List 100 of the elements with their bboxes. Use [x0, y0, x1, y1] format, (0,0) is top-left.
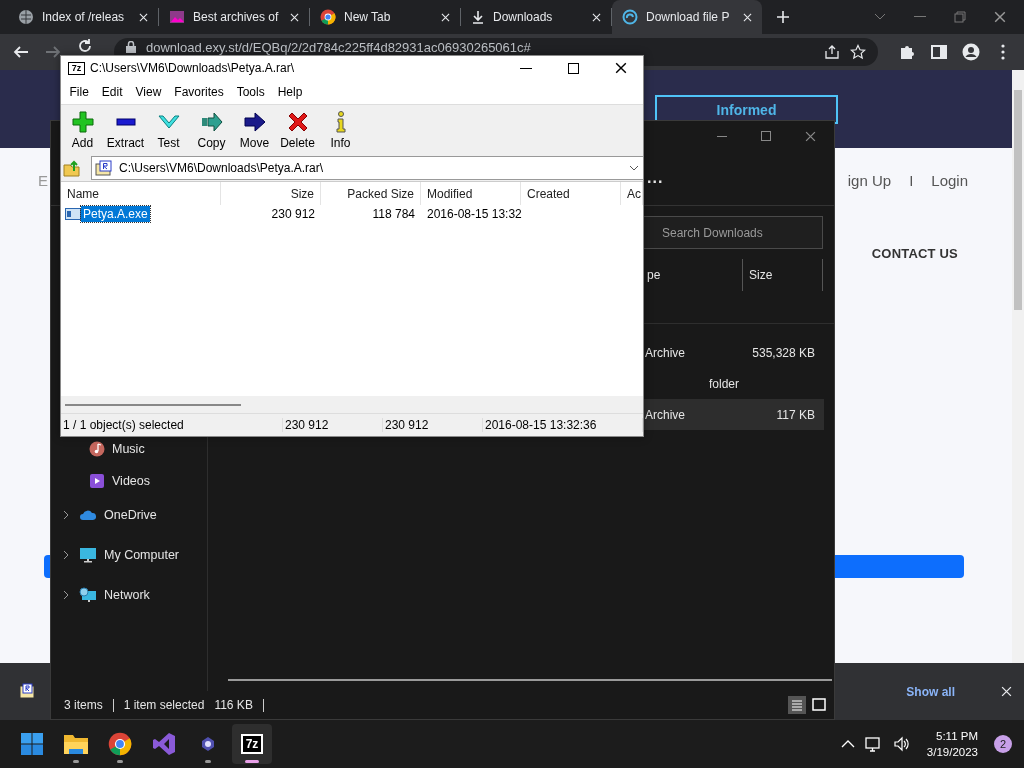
toolbar-button[interactable]: Delete	[276, 110, 319, 150]
status-text: 3 items	[64, 698, 103, 712]
profile-icon[interactable]	[962, 43, 980, 61]
notification-badge[interactable]: 2	[994, 735, 1012, 753]
contact-link[interactable]: CONTACT US	[871, 246, 958, 261]
menu-item[interactable]: Edit	[95, 85, 130, 99]
toolbar-button[interactable]: Test	[147, 110, 190, 150]
nav-link[interactable]: I	[909, 171, 914, 189]
scrollbar[interactable]	[228, 679, 832, 681]
volume-icon[interactable]	[892, 736, 911, 752]
toolbar-button[interactable]: Info	[319, 110, 362, 150]
nav-item[interactable]: My Computer	[51, 535, 207, 575]
close-icon[interactable]	[615, 62, 627, 74]
status-text: 2016-08-15 13:32:36	[483, 418, 643, 432]
scrollbar[interactable]	[61, 396, 643, 413]
file-row[interactable]: folder	[642, 368, 824, 399]
nav-item[interactable]: OneDrive	[51, 495, 207, 535]
spiral-icon	[622, 9, 638, 25]
column-header[interactable]: Modified	[421, 182, 521, 205]
browser-tab[interactable]: Index of /releas	[8, 0, 158, 34]
sidebar-icon[interactable]	[930, 43, 948, 61]
app-logo: 7z	[68, 61, 85, 75]
table-cell-text: 118 784	[371, 207, 416, 221]
globe-icon	[18, 9, 34, 25]
chrome-icon	[320, 9, 336, 25]
menu-item[interactable]: Tools	[230, 85, 272, 99]
toolbar-button[interactable]: Copy	[190, 110, 233, 150]
browser-tab[interactable]: New Tab	[310, 0, 460, 34]
menu-item[interactable]: Help	[271, 85, 309, 99]
scrollbar[interactable]	[1012, 70, 1024, 663]
column-header[interactable]: Created	[521, 182, 621, 205]
share-icon[interactable]	[824, 44, 840, 60]
toolbar-button[interactable]: Extract	[104, 110, 147, 150]
exe-file-icon	[65, 208, 81, 220]
browser-tab[interactable]: Download file P	[612, 0, 762, 34]
network-icon[interactable]	[864, 736, 883, 752]
column-header[interactable]: Ac	[621, 182, 643, 205]
table-cell-text: 2016-08-15 13:32	[426, 207, 521, 221]
cloud-icon	[79, 509, 97, 521]
menu-item[interactable]: Favorites	[167, 85, 231, 99]
column-header[interactable]: Size	[743, 259, 823, 291]
file-row[interactable]: Archive 535,328 KB	[642, 337, 824, 368]
arrow-right-icon	[199, 110, 224, 134]
page-button[interactable]	[44, 555, 50, 578]
file-row[interactable]: Archive 117 KB	[642, 399, 824, 430]
table-cell-text: 117 KB	[775, 407, 816, 422]
dropdown-icon[interactable]	[629, 165, 639, 171]
folder-icon[interactable]	[63, 732, 89, 756]
folder-up-icon[interactable]	[63, 159, 81, 177]
windows-icon[interactable]	[20, 732, 44, 756]
table-cell-text: 230 912	[270, 207, 316, 221]
toolbar-button[interactable]: Add	[61, 110, 104, 150]
music-icon	[89, 441, 105, 457]
nav-link[interactable]: ign Up	[847, 171, 892, 189]
plus-icon	[70, 110, 95, 134]
nav-link[interactable]: Login	[931, 171, 968, 189]
nav-item[interactable]: Network	[51, 575, 207, 615]
status-text: 1 item selected	[123, 698, 205, 712]
nav-item[interactable]: Videos	[51, 471, 207, 491]
arrow-right-icon	[242, 110, 267, 134]
minimize-icon[interactable]	[520, 67, 532, 69]
table-cell-text: folder	[707, 376, 740, 391]
table-cell-text: 535,328 KB	[751, 345, 816, 360]
column-header[interactable]: Packed Size	[321, 182, 421, 205]
reload-icon[interactable]	[76, 37, 94, 55]
archive-file-icon[interactable]	[18, 682, 36, 701]
download-icon	[471, 10, 485, 24]
table-cell-text: Archive	[645, 345, 686, 360]
menu-item[interactable]: View	[129, 85, 168, 99]
search-field[interactable]: Search Downloads	[641, 216, 823, 249]
menu-item[interactable]: File	[63, 85, 96, 99]
path-field[interactable]: C:\Users\VM6\Downloads\Petya.A.rar\	[91, 156, 643, 180]
nav-item[interactable]: Music	[51, 439, 207, 459]
monitor-icon	[79, 547, 97, 563]
maximize-icon[interactable]	[568, 62, 579, 74]
more-button[interactable]: ...	[647, 169, 664, 187]
puzzle-icon[interactable]	[898, 43, 916, 61]
chrome-icon[interactable]	[108, 732, 132, 756]
video-icon	[89, 473, 105, 489]
new-tab-icon[interactable]	[776, 10, 790, 24]
archiver-icon[interactable]: 7z	[241, 734, 263, 754]
restore-icon[interactable]	[954, 11, 966, 23]
browser-tab[interactable]: Downloads	[461, 0, 611, 34]
image-icon	[169, 9, 185, 25]
network-icon	[79, 587, 97, 603]
studio-icon[interactable]	[152, 732, 176, 756]
toolbar-button[interactable]: Move	[233, 110, 276, 150]
tiles-view-icon[interactable]	[810, 696, 828, 714]
status-text: 116 KB	[214, 698, 253, 712]
column-header[interactable]: Size	[221, 182, 321, 205]
star-icon[interactable]	[850, 44, 866, 60]
clock[interactable]: 5:11 PM 3/19/2023	[926, 728, 978, 760]
browser-tab[interactable]: Best archives of	[159, 0, 309, 34]
column-header[interactable]: pe	[645, 259, 743, 291]
chevron-up-icon[interactable]	[840, 739, 855, 749]
close-icon[interactable]	[994, 11, 1006, 23]
show-all-button[interactable]: Show all	[900, 683, 961, 700]
chevron-down-icon[interactable]	[874, 13, 886, 21]
file-name-cell[interactable]: Petya.A.exe	[61, 206, 221, 222]
app-icon[interactable]	[199, 735, 217, 753]
